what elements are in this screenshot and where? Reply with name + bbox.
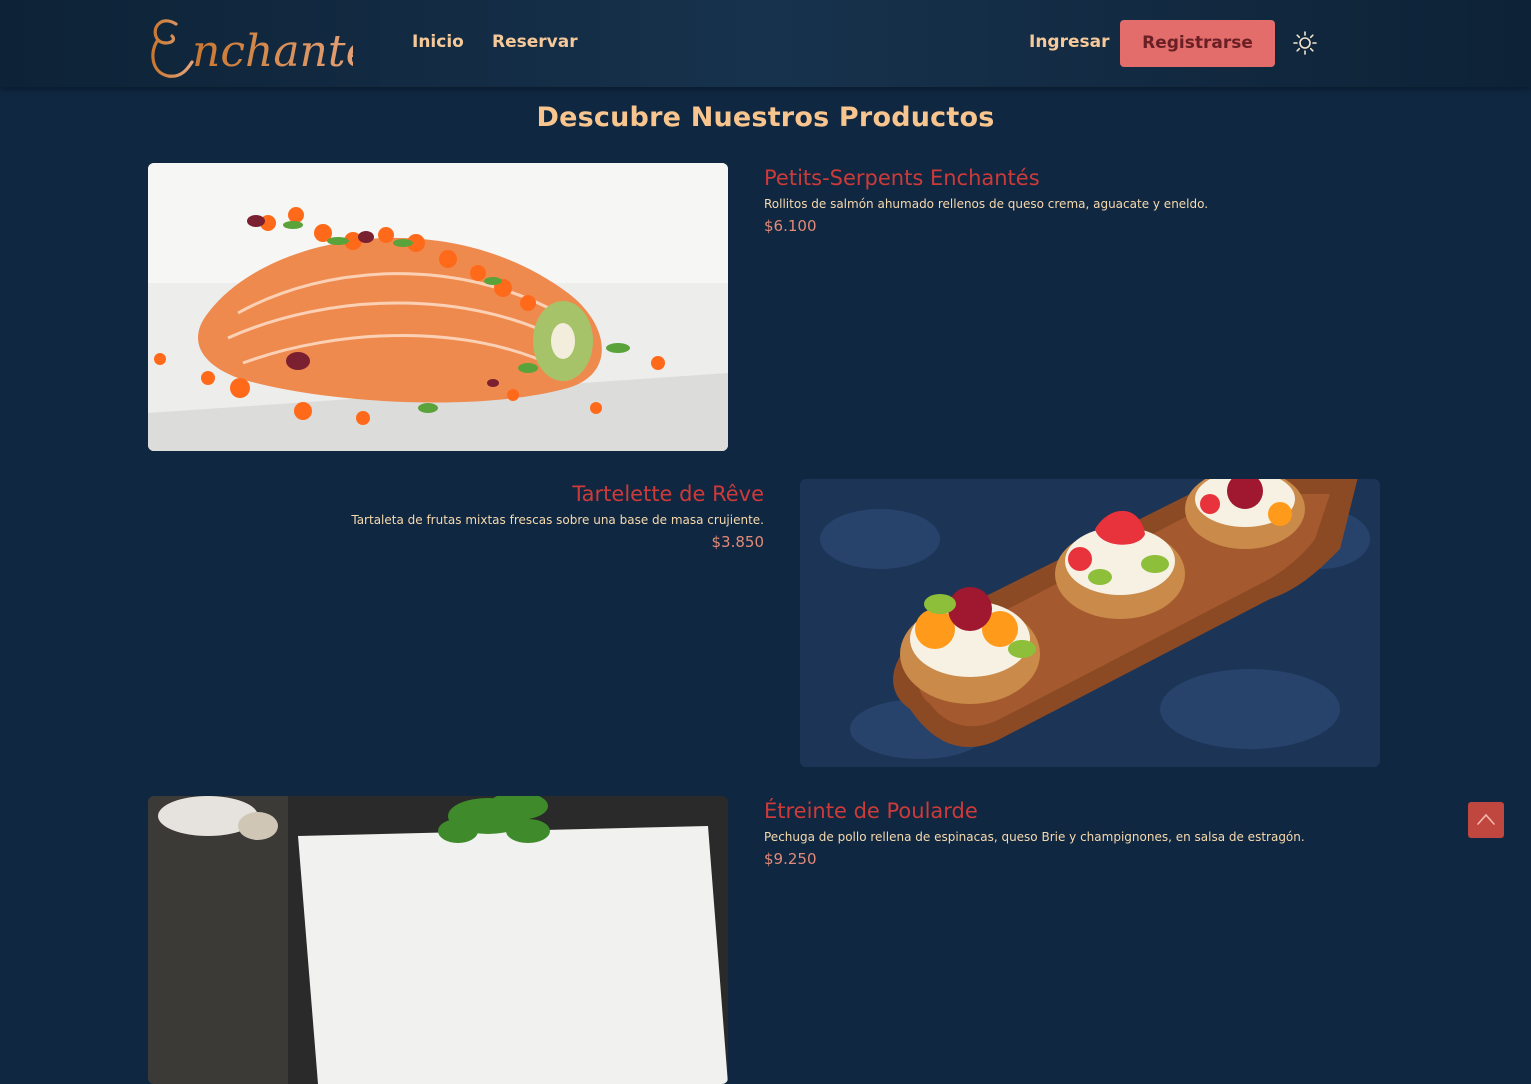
product-image-fruit-tarts xyxy=(800,479,1380,767)
product-image-chicken xyxy=(148,796,728,1084)
sun-icon[interactable] xyxy=(1292,30,1318,56)
nav-ingresar-link[interactable]: Ingresar xyxy=(1029,32,1109,52)
product-price: $6.100 xyxy=(764,217,817,235)
product-description: Tartaleta de frutas mixtas frescas sobre… xyxy=(351,513,764,527)
product-description: Rollitos de salmón ahumado rellenos de q… xyxy=(764,197,1209,211)
product-image-salmon-rolls xyxy=(148,163,728,451)
product-card-2: Tartelette de Rêve Tartaleta de frutas m… xyxy=(144,479,764,552)
registrarse-button[interactable]: Registrarse xyxy=(1120,20,1275,67)
svg-text:nchanté: nchanté xyxy=(192,26,353,77)
chevron-up-icon xyxy=(1477,813,1495,825)
nav-reservar-link[interactable]: Reservar xyxy=(492,32,578,52)
scroll-top-button[interactable] xyxy=(1468,802,1504,838)
product-price: $3.850 xyxy=(711,533,765,551)
product-card-1: Petits-Serpents Enchantés Rollitos de sa… xyxy=(764,163,1384,236)
product-name[interactable]: Étreinte de Poularde xyxy=(764,798,1384,824)
page-title: Descubre Nuestros Productos xyxy=(536,102,995,133)
product-price: $9.250 xyxy=(764,850,817,868)
nav-inicio-link[interactable]: Inicio xyxy=(412,32,464,52)
product-card-3: Étreinte de Poularde Pechuga de pollo re… xyxy=(764,796,1384,869)
product-name[interactable]: Tartelette de Rêve xyxy=(144,481,764,507)
brand-logo[interactable]: nchanté xyxy=(148,6,353,80)
top-navbar: nchanté Inicio Reservar Ingresar Registr… xyxy=(0,0,1531,87)
product-description: Pechuga de pollo rellena de espinacas, q… xyxy=(764,830,1305,844)
product-name[interactable]: Petits-Serpents Enchantés xyxy=(764,165,1384,191)
